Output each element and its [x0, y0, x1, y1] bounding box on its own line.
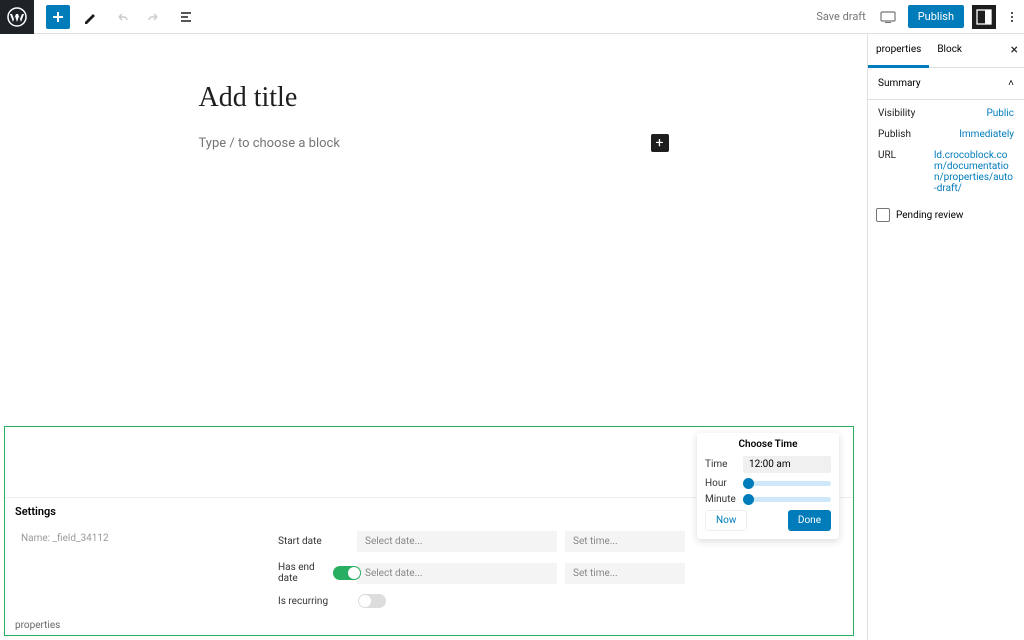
- close-sidebar-button[interactable]: ×: [1011, 42, 1018, 58]
- hour-label: Hour: [705, 478, 743, 489]
- hour-slider[interactable]: [743, 481, 831, 486]
- edit-mode-icon[interactable]: [78, 5, 102, 29]
- wordpress-logo[interactable]: [0, 0, 34, 34]
- pending-review-checkbox[interactable]: [876, 208, 890, 222]
- time-picker-popup: Choose Time Time 12:00 am Hour Minute No…: [697, 433, 839, 539]
- save-draft-button[interactable]: Save draft: [816, 10, 865, 23]
- settings-sidebar: properties Block × Summary ˄ Visibility …: [867, 34, 1024, 640]
- visibility-value[interactable]: Public: [986, 108, 1014, 119]
- minute-label: Minute: [705, 494, 743, 505]
- done-button[interactable]: Done: [788, 510, 831, 531]
- url-label: URL: [878, 150, 896, 194]
- undo-icon[interactable]: [110, 5, 134, 29]
- tab-block[interactable]: Block: [929, 34, 970, 67]
- property-rows: Start date Select date... Set time... Ha…: [278, 531, 693, 618]
- tab-properties[interactable]: properties: [868, 34, 929, 68]
- time-value-input[interactable]: 12:00 am: [743, 456, 831, 473]
- end-date-input[interactable]: Select date...: [357, 563, 557, 584]
- minute-slider-thumb[interactable]: [743, 494, 754, 505]
- minute-slider[interactable]: [743, 497, 831, 502]
- time-label: Time: [705, 459, 743, 470]
- publish-value[interactable]: Immediately: [959, 129, 1014, 140]
- now-button[interactable]: Now: [705, 510, 747, 531]
- has-end-date-toggle[interactable]: [333, 566, 361, 580]
- chevron-up-icon: ˄: [1008, 78, 1014, 89]
- is-recurring-label: Is recurring: [278, 596, 358, 607]
- summary-panel-header[interactable]: Summary ˄: [868, 68, 1024, 100]
- field-name-text: Name: _field_34112: [21, 533, 109, 544]
- field-settings-panel: Choose Time Time 12:00 am Hour Minute No…: [4, 426, 854, 636]
- redo-icon[interactable]: [142, 5, 166, 29]
- start-date-label: Start date: [278, 536, 357, 547]
- settings-panel-toggle[interactable]: [972, 5, 996, 29]
- is-recurring-toggle[interactable]: [358, 594, 386, 608]
- add-block-button[interactable]: [46, 5, 70, 29]
- start-time-input[interactable]: Set time...: [565, 531, 685, 552]
- bottom-properties-label: properties: [15, 620, 60, 631]
- post-title-input[interactable]: Add title: [199, 82, 669, 114]
- publish-button[interactable]: Publish: [908, 5, 964, 28]
- summary-panel-body: Visibility Public Publish Immediately UR…: [868, 100, 1024, 234]
- inline-add-block-button[interactable]: +: [651, 134, 669, 152]
- settings-section-title: Settings: [15, 505, 56, 518]
- editor-toolbar: Save draft Publish: [0, 0, 1024, 34]
- end-time-input[interactable]: Set time...: [565, 563, 685, 584]
- has-end-date-label: Has end date: [278, 562, 333, 584]
- block-placeholder-text[interactable]: Type / to choose a block: [199, 136, 340, 151]
- time-picker-title: Choose Time: [705, 439, 831, 450]
- summary-title: Summary: [878, 78, 921, 89]
- more-options-button[interactable]: [1000, 5, 1024, 29]
- url-value[interactable]: ld.crocoblock.com/documentation/properti…: [934, 150, 1014, 194]
- visibility-label: Visibility: [878, 108, 915, 119]
- pending-review-label: Pending review: [896, 210, 963, 221]
- start-date-input[interactable]: Select date...: [357, 531, 557, 552]
- hour-slider-thumb[interactable]: [743, 478, 754, 489]
- sidebar-tabs: properties Block ×: [868, 34, 1024, 68]
- preview-button[interactable]: [876, 5, 900, 29]
- publish-label: Publish: [878, 129, 911, 140]
- document-outline-icon[interactable]: [174, 5, 198, 29]
